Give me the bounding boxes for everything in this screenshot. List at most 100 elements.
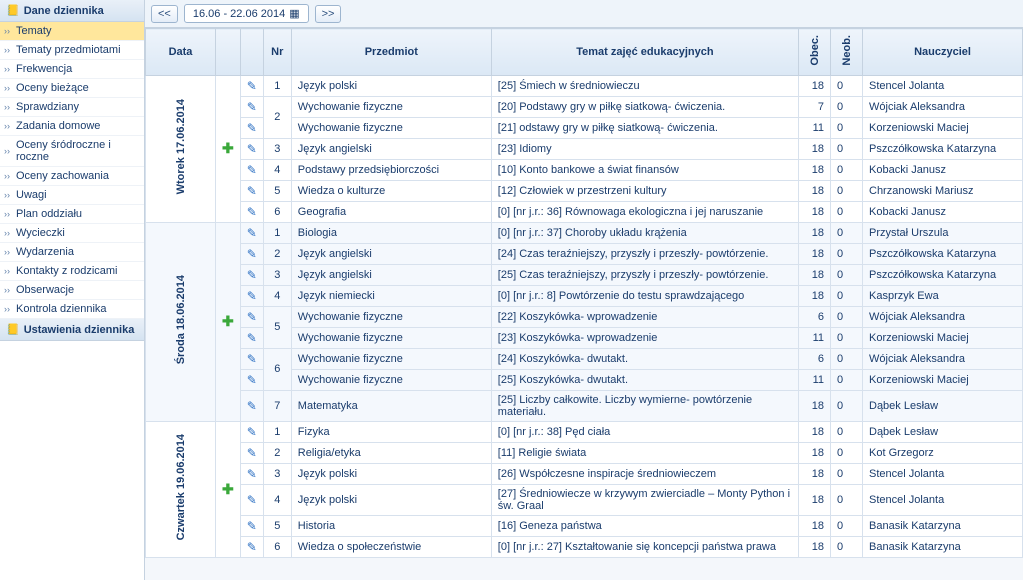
chevron-right-icon: ›› [4,304,10,314]
obec-cell: 7 [799,96,831,117]
sidebar-item[interactable]: ››Wycieczki [0,224,144,243]
chevron-right-icon: ›› [4,45,10,55]
edit-cell: ✎ [240,390,263,421]
pencil-icon[interactable]: ✎ [247,331,257,345]
date-range[interactable]: 16.06 - 22.06 2014 ▦ [184,4,309,23]
plus-icon[interactable]: ✚ [222,481,234,497]
sidebar-item[interactable]: ››Uwagi [0,186,144,205]
pencil-icon[interactable]: ✎ [247,425,257,439]
subject-cell: Wychowanie fizyczne [291,348,491,369]
subject-cell: Język polski [291,463,491,484]
pencil-icon[interactable]: ✎ [247,399,257,413]
pencil-icon[interactable]: ✎ [247,310,257,324]
neob-cell: 0 [831,159,863,180]
chevron-right-icon: ›› [4,121,10,131]
subject-cell: Język polski [291,484,491,515]
day-label: Czwartek 19.06.2014 [175,434,187,540]
pencil-icon[interactable]: ✎ [247,540,257,554]
sidebar-item[interactable]: ››Obserwacje [0,281,144,300]
sidebar-item[interactable]: ››Tematy przedmiotami [0,41,144,60]
neob-cell: 0 [831,390,863,421]
pencil-icon[interactable]: ✎ [247,247,257,261]
chevron-right-icon: ›› [4,83,10,93]
pencil-icon[interactable]: ✎ [247,373,257,387]
table-row: ✎4Podstawy przedsiębiorczości[10] Konto … [146,159,1023,180]
nr-cell: 5 [263,515,291,536]
sidebar-item-label: Plan oddziału [16,208,82,220]
pencil-icon[interactable]: ✎ [247,467,257,481]
subject-cell: Fizyka [291,421,491,442]
chevron-right-icon: ›› [4,190,10,200]
obec-cell: 18 [799,201,831,222]
topic-cell: [0] [nr j.r.: 27] Kształtowanie się konc… [491,536,798,557]
table-scroll[interactable]: Data Nr Przedmiot Temat zajęć edukacyjny… [145,28,1023,580]
neob-cell: 0 [831,442,863,463]
sidebar-item-label: Sprawdziany [16,101,79,113]
gear-icon: 📒 [6,323,20,336]
pencil-icon[interactable]: ✎ [247,121,257,135]
pencil-icon[interactable]: ✎ [247,493,257,507]
pencil-icon[interactable]: ✎ [247,352,257,366]
sidebar-item[interactable]: ››Zadania domowe [0,117,144,136]
plus-icon[interactable]: ✚ [222,313,234,329]
obec-cell: 18 [799,264,831,285]
nr-cell: 4 [263,159,291,180]
pencil-icon[interactable]: ✎ [247,519,257,533]
pencil-icon[interactable]: ✎ [247,142,257,156]
edit-cell: ✎ [240,536,263,557]
neob-cell: 0 [831,222,863,243]
table-row: ✎4Język polski[27] Średniowiecze w krzyw… [146,484,1023,515]
pencil-icon[interactable]: ✎ [247,446,257,460]
neob-cell: 0 [831,515,863,536]
nr-cell: 7 [263,390,291,421]
sidebar-item[interactable]: ››Sprawdziany [0,98,144,117]
neob-cell: 0 [831,348,863,369]
sidebar-item[interactable]: ››Plan oddziału [0,205,144,224]
pencil-icon[interactable]: ✎ [247,268,257,282]
neob-cell: 0 [831,463,863,484]
sidebar-item[interactable]: ››Kontrola dziennika [0,300,144,319]
next-week-button[interactable]: >> [315,5,342,23]
topic-cell: [0] [nr j.r.: 8] Powtórzenie do testu sp… [491,285,798,306]
topic-cell: [0] [nr j.r.: 36] Równowaga ekologiczna … [491,201,798,222]
table-row: ✎5Historia[16] Geneza państwa180Banasik … [146,515,1023,536]
chevron-right-icon: ›› [4,64,10,74]
sidebar-item[interactable]: ››Oceny śródroczne i roczne [0,136,144,167]
nr-cell: 2 [263,96,291,138]
pencil-icon[interactable]: ✎ [247,184,257,198]
sidebar-item[interactable]: ››Wydarzenia [0,243,144,262]
pencil-icon[interactable]: ✎ [247,79,257,93]
sidebar-item[interactable]: ››Oceny zachowania [0,167,144,186]
teacher-cell: Stencel Jolanta [863,484,1023,515]
sidebar-item[interactable]: ››Tematy [0,22,144,41]
teacher-cell: Dąbek Lesław [863,390,1023,421]
obec-cell: 18 [799,159,831,180]
sidebar-item-label: Oceny bieżące [16,82,89,94]
day-cell: Czwartek 19.06.2014 [146,421,216,557]
pencil-icon[interactable]: ✎ [247,226,257,240]
subject-cell: Matematyka [291,390,491,421]
teacher-cell: Przystał Urszula [863,222,1023,243]
sidebar-item[interactable]: ››Kontakty z rodzicami [0,262,144,281]
neob-cell: 0 [831,421,863,442]
teacher-cell: Wójciak Aleksandra [863,348,1023,369]
pencil-icon[interactable]: ✎ [247,205,257,219]
pencil-icon[interactable]: ✎ [247,100,257,114]
neob-cell: 0 [831,306,863,327]
teacher-cell: Kasprzyk Ewa [863,285,1023,306]
col-add [216,29,241,76]
prev-week-button[interactable]: << [151,5,178,23]
sidebar-item[interactable]: ›› Oceny bieżące [0,79,144,98]
edit-cell: ✎ [240,515,263,536]
pencil-icon[interactable]: ✎ [247,163,257,177]
sidebar-section-header[interactable]: 📒 Ustawienia dziennika [0,319,144,341]
plus-icon[interactable]: ✚ [222,140,234,156]
sidebar-item[interactable]: ››Frekwencja [0,60,144,79]
obec-cell: 18 [799,222,831,243]
pencil-icon[interactable]: ✎ [247,289,257,303]
subject-cell: Język angielski [291,264,491,285]
chevron-right-icon: ›› [4,247,10,257]
subject-cell: Wiedza o kulturze [291,180,491,201]
sidebar-section-header[interactable]: 📒 Dane dziennika [0,0,144,22]
edit-cell: ✎ [240,222,263,243]
